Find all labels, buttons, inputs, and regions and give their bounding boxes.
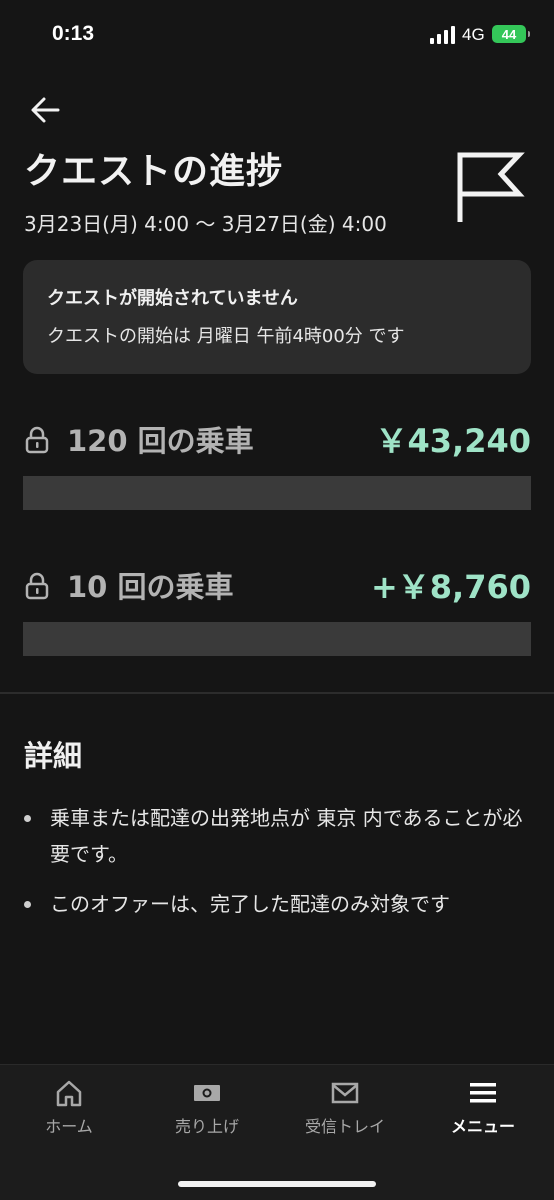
section-divider xyxy=(0,692,554,694)
mail-icon xyxy=(331,1082,359,1104)
nav-item-inbox[interactable]: 受信トレイ xyxy=(276,1079,414,1143)
details-title: 詳細 xyxy=(24,739,83,773)
network-type: 4G xyxy=(462,25,485,44)
notice-body: クエストの開始は 月曜日 午前4時00分 です xyxy=(47,326,405,347)
menu-icon xyxy=(470,1083,496,1103)
quest-tier-2: 10 回の乗車 +￥8,760 xyxy=(23,564,531,656)
home-icon xyxy=(56,1080,82,1107)
back-arrow-icon[interactable] xyxy=(30,96,60,124)
tier-progress-bar xyxy=(23,476,531,510)
battery-icon: 44 xyxy=(492,25,530,43)
tier-reward-amount: ￥43,240 xyxy=(375,422,532,460)
nav-item-menu[interactable]: メニュー xyxy=(414,1079,552,1143)
flag-icon xyxy=(457,152,525,222)
bottom-navigation: ホーム 売り上げ 受信トレイ メニュー xyxy=(0,1064,554,1200)
signal-icon xyxy=(430,26,455,44)
tier-label: 120 回の乗車 xyxy=(67,424,254,458)
cash-icon xyxy=(194,1085,220,1101)
detail-text: このオファーは、完了した配達のみ対象です xyxy=(50,892,450,916)
quest-tier-1: 120 回の乗車 ￥43,240 xyxy=(23,418,531,510)
tier-reward-amount: +￥8,760 xyxy=(370,568,531,606)
details-list: 乗車または配達の出発地点が 東京 内であることが必要です。 このオファーは、完了… xyxy=(24,800,534,936)
notice-title: クエストが開始されていません xyxy=(47,288,298,309)
nav-label: 売り上げ xyxy=(174,1117,239,1136)
lock-icon xyxy=(25,572,49,600)
detail-text: 乗車または配達の出発地点が 東京 内であることが必要です。 xyxy=(50,806,523,866)
nav-item-home[interactable]: ホーム xyxy=(0,1079,138,1143)
tier-label: 10 回の乗車 xyxy=(67,570,234,604)
page-title: クエストの進捗 xyxy=(24,151,284,192)
status-time: 0:13 xyxy=(52,22,95,45)
nav-label: ホーム xyxy=(45,1117,93,1136)
list-item: このオファーは、完了した配達のみ対象です xyxy=(24,886,534,922)
quest-progress-screen: 0:13 4G 44 クエストの進捗 3月23日(月) 4:00 〜 3月27日… xyxy=(0,0,554,1200)
date-range: 3月23日(月) 4:00 〜 3月27日(金) 4:00 xyxy=(24,212,387,236)
bullet xyxy=(24,901,31,908)
nav-label: メニュー xyxy=(450,1117,515,1136)
status-bar: 0:13 4G 44 xyxy=(0,0,554,72)
bullet xyxy=(24,815,31,822)
battery-level: 44 xyxy=(501,26,517,42)
home-indicator[interactable] xyxy=(178,1181,376,1187)
nav-item-earnings[interactable]: 売り上げ xyxy=(138,1079,276,1143)
tier-progress-bar xyxy=(23,622,531,656)
lock-icon xyxy=(25,426,49,454)
list-item: 乗車または配達の出発地点が 東京 内であることが必要です。 xyxy=(24,800,534,872)
quest-not-started-notice: クエストが開始されていません クエストの開始は 月曜日 午前4時00分 です xyxy=(23,260,531,374)
nav-label: 受信トレイ xyxy=(304,1117,385,1136)
